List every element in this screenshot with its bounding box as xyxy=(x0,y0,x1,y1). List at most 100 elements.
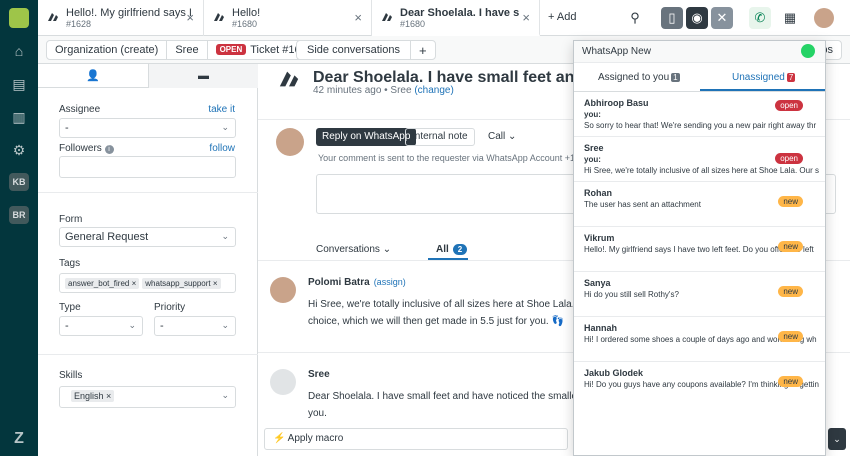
tab-ticket-1680-active[interactable]: Dear Shoelala. I have sma... #1680 × xyxy=(372,0,540,36)
tab-ticket-1680[interactable]: Hello! #1680 × xyxy=(204,0,372,36)
conversation-item[interactable]: Sree you: Hi Sree, we're totally inclusi… xyxy=(574,137,825,182)
tag-chip[interactable]: answer_bot_fired × xyxy=(65,278,140,289)
tab-assigned-to-you[interactable]: Assigned to you 1 xyxy=(598,72,680,83)
submit-dropdown-button[interactable]: ⌄ xyxy=(828,428,846,450)
reply-on-whatsapp-button[interactable]: Reply on WhatsApp xyxy=(316,128,417,146)
agent-avatar xyxy=(276,128,304,156)
products-grid-icon[interactable]: ▦ xyxy=(779,7,801,29)
close-icon[interactable]: × xyxy=(186,10,194,25)
assignee-select[interactable]: - ⌄ xyxy=(59,118,236,138)
views-icon[interactable]: ▤ xyxy=(10,75,28,93)
call-button[interactable]: Call ⌄ xyxy=(488,131,516,142)
message-author: Sree xyxy=(308,369,330,380)
skill-chip[interactable]: English × xyxy=(71,390,115,402)
status-badge: new xyxy=(778,331,803,342)
priority-value: - xyxy=(160,320,164,332)
add-tab-button[interactable]: + Add xyxy=(548,11,576,23)
whatsapp-panel: WhatsApp New Assigned to you 1 Unassigned… xyxy=(573,40,826,456)
talk-phone-icon[interactable]: ✆ xyxy=(749,7,771,29)
nav-app-br[interactable]: BR xyxy=(9,206,29,224)
search-icon[interactable]: ⚲ xyxy=(624,7,646,29)
take-it-link[interactable]: take it xyxy=(208,104,235,115)
conversation-name: Rohan xyxy=(584,188,612,198)
type-select[interactable]: - ⌄ xyxy=(59,316,143,336)
conversation-item[interactable]: Hannah Hi! I ordered some shoes a couple… xyxy=(574,317,825,362)
message-body: Hi Sree, we're totally inclusive of all … xyxy=(308,299,591,310)
type-value: - xyxy=(65,320,69,332)
zendesk-logo-icon[interactable] xyxy=(9,8,29,28)
internal-note-button[interactable]: Internal note xyxy=(405,128,475,146)
tags-label: Tags xyxy=(59,258,81,269)
follow-link[interactable]: follow xyxy=(209,143,235,154)
tab-unassigned[interactable]: Unassigned 7 xyxy=(732,72,796,83)
conversation-you: you: xyxy=(584,110,601,119)
priority-label: Priority xyxy=(154,302,186,313)
add-side-conversation-button[interactable]: + xyxy=(409,41,435,59)
side-conversations-label: Side conversations xyxy=(307,44,400,56)
ticket-properties-panel: 👤 ▬ Assignee take it - ⌄ Followers i foll… xyxy=(38,64,258,456)
message-author: Polomi Batra (assign) xyxy=(308,277,406,288)
close-icon[interactable]: × xyxy=(522,10,530,25)
tag-chip[interactable]: whatsapp_support × xyxy=(142,278,221,289)
ticket-icon xyxy=(214,13,224,21)
user-tab-icon[interactable]: 👤 xyxy=(38,64,148,88)
conversation-item[interactable]: Rohan The user has sent an attachment ne… xyxy=(574,182,825,227)
form-select[interactable]: General Request ⌄ xyxy=(59,227,236,247)
divider xyxy=(38,354,258,355)
home-icon[interactable]: ⌂ xyxy=(10,42,28,60)
conversation-preview: So sorry to hear that! We're sending you… xyxy=(584,121,817,130)
reply-channel-hint: Your comment is sent to the requester vi… xyxy=(318,153,593,163)
form-label: Form xyxy=(59,214,83,225)
followers-label: Followers i xyxy=(59,143,114,154)
conversation-preview: Hi Sree, we're totally inclusive of all … xyxy=(584,166,819,175)
status-badge: new xyxy=(778,376,803,387)
user-avatar[interactable] xyxy=(814,8,834,28)
priority-select[interactable]: - ⌄ xyxy=(154,316,236,336)
breadcrumb-organization[interactable]: Organization (create) xyxy=(47,41,168,59)
change-requester-link[interactable]: (change) xyxy=(414,85,453,96)
conversation-item[interactable]: Jakub Glodek Hi! Do you guys have any co… xyxy=(574,362,825,407)
info-icon: i xyxy=(104,145,114,154)
assign-link[interactable]: (assign) xyxy=(374,277,406,287)
tags-input[interactable]: answer_bot_fired × whatsapp_support × xyxy=(59,273,236,293)
conversation-you: you: xyxy=(584,155,601,164)
status-badge: new xyxy=(778,196,803,207)
side-conversations-button[interactable]: Side conversations + xyxy=(296,40,436,60)
apply-macro-button[interactable]: ⚡ Apply macro xyxy=(264,428,568,450)
conversation-name: Abhiroop Basu xyxy=(584,98,649,108)
tab-ticket-number: #1680 xyxy=(400,19,426,29)
tab-title: Hello! xyxy=(232,7,261,19)
conversation-name: Sree xyxy=(584,143,604,153)
nav-app-kb[interactable]: KB xyxy=(9,173,29,191)
whatsapp-logo-icon xyxy=(801,44,815,58)
ticket-tab-icon[interactable]: ▬ xyxy=(148,64,258,88)
tab-all[interactable]: All 2 xyxy=(436,244,468,255)
skills-label: Skills xyxy=(59,370,83,381)
tab-conversations[interactable]: Conversations ⌄ xyxy=(316,244,391,255)
conversation-item[interactable]: Abhiroop Basu you: So sorry to hear that… xyxy=(574,92,825,137)
conversation-item[interactable]: Sanya Hi do you still sell Rothy's? new xyxy=(574,272,825,317)
type-label: Type xyxy=(59,302,81,313)
skills-input[interactable]: English × ⌄ xyxy=(59,386,236,408)
status-badge: new xyxy=(778,286,803,297)
chevron-down-icon: ⌄ xyxy=(221,122,229,132)
whatsapp-header: WhatsApp New xyxy=(574,41,825,63)
conversation-item[interactable]: Vikrum Hello!. My girlfriend says I have… xyxy=(574,227,825,272)
close-icon[interactable]: × xyxy=(354,10,362,25)
app-x-icon[interactable]: ✕ xyxy=(711,7,733,29)
followers-input[interactable] xyxy=(59,156,236,178)
message-body: you. xyxy=(308,408,327,419)
chevron-down-icon: ⌄ xyxy=(221,231,229,241)
tab-ticket-number: #1628 xyxy=(66,19,92,29)
reporting-icon[interactable]: ▥ xyxy=(10,108,28,126)
left-nav: ⌂ ▤ ▥ ⚙ KB BR Z xyxy=(0,0,38,456)
breadcrumb-requester[interactable]: Sree xyxy=(167,41,208,59)
tab-ticket-1628[interactable]: Hello!. My girlfriend says I #1628 × xyxy=(38,0,204,36)
assigned-count: 1 xyxy=(671,73,680,82)
whatsapp-icon[interactable]: ◉ xyxy=(686,7,708,29)
whatsapp-title: WhatsApp New xyxy=(582,46,651,57)
app-panel-icon[interactable]: ▯ xyxy=(661,7,683,29)
admin-gear-icon[interactable]: ⚙ xyxy=(10,141,28,159)
divider xyxy=(38,192,258,193)
assignee-label: Assignee xyxy=(59,104,101,115)
